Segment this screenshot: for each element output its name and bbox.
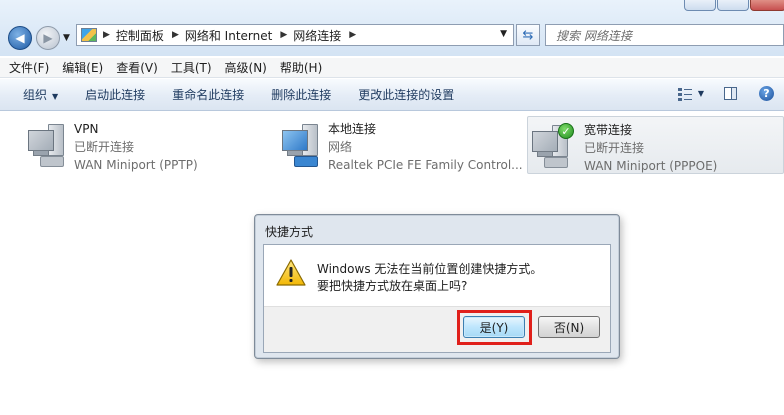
preview-pane-icon[interactable] <box>724 87 737 100</box>
connection-status: 已断开连接 <box>584 141 645 155</box>
connection-status: 已断开连接 <box>74 140 135 154</box>
dialog-message-line2: 要把快捷方式放在桌面上吗? <box>317 279 468 293</box>
change-view-icon[interactable] <box>677 87 692 101</box>
connection-broadband[interactable]: ✓ 宽带连接 已断开连接 WAN Miniport (PPPOE) <box>527 116 784 174</box>
connection-status: 网络 <box>328 140 353 154</box>
chevron-down-icon: ▼ <box>63 33 70 43</box>
menu-tools[interactable]: 工具(T) <box>171 59 212 76</box>
address-bar[interactable]: ▶ 控制面板 ▶ 网络和 Internet ▶ 网络连接 ▶ ▼ <box>76 24 514 46</box>
connection-device: WAN Miniport (PPPOE) <box>584 159 718 173</box>
arrow-right-icon: ▶ <box>43 31 53 45</box>
menu-help[interactable]: 帮助(H) <box>280 59 322 76</box>
dialog-body: Windows 无法在当前位置创建快捷方式。 要把快捷方式放在桌面上吗? 是(Y… <box>263 244 611 353</box>
connection-device: WAN Miniport (PPTP) <box>74 158 198 172</box>
breadcrumb-arrow-icon[interactable]: ▶ <box>349 30 356 40</box>
connection-device: Realtek PCIe FE Family Control... <box>328 158 523 172</box>
breadcrumb-arrow-icon[interactable]: ▶ <box>280 30 287 40</box>
menu-bar: 文件(F) 编辑(E) 查看(V) 工具(T) 高级(N) 帮助(H) <box>0 58 784 78</box>
search-box[interactable] <box>545 24 784 46</box>
dialog-title: 快捷方式 <box>265 225 314 239</box>
breadcrumb-network-internet[interactable]: 网络和 Internet <box>185 27 272 44</box>
menu-advanced[interactable]: 高级(N) <box>225 59 267 76</box>
recent-pages-dropdown[interactable]: ▼ <box>63 33 70 43</box>
command-bar: 组织 ▼ 启动此连接 重命名此连接 删除此连接 更改此连接的设置 ▼ ? <box>0 79 784 111</box>
connection-name: 宽带连接 <box>584 123 633 137</box>
change-settings-button[interactable]: 更改此连接的设置 <box>358 86 454 103</box>
help-icon[interactable]: ? <box>759 86 774 101</box>
menu-file[interactable]: 文件(F) <box>9 59 49 76</box>
view-controls: ▼ ? <box>677 86 774 101</box>
address-dropdown-icon[interactable]: ▼ <box>500 29 507 39</box>
window-controls <box>684 0 784 12</box>
arrow-left-icon: ◀ <box>15 31 25 45</box>
rename-connection-button[interactable]: 重命名此连接 <box>172 86 244 103</box>
vpn-computer-icon <box>26 122 70 167</box>
control-panel-icon <box>81 28 97 42</box>
refresh-button[interactable]: ⇆ <box>516 24 540 46</box>
connection-name: VPN <box>74 122 99 136</box>
address-toolbar: ◀ ▶ ▼ ▶ 控制面板 ▶ 网络和 Internet ▶ 网络连接 ▶ ▼ ⇆ <box>0 0 784 56</box>
check-icon: ✓ <box>558 123 574 139</box>
broadband-computer-icon: ✓ <box>530 123 574 168</box>
breadcrumb-arrow-icon[interactable]: ▶ <box>103 30 110 40</box>
organize-button[interactable]: 组织 ▼ <box>23 86 58 103</box>
organize-label: 组织 <box>23 88 48 102</box>
connection-local[interactable]: 本地连接 网络 Realtek PCIe FE Family Control..… <box>278 116 524 174</box>
dialog-footer: 是(Y) 否(N) <box>264 306 610 352</box>
close-button[interactable] <box>750 0 784 11</box>
view-options-dropdown-icon[interactable]: ▼ <box>698 89 704 98</box>
connection-name: 本地连接 <box>328 122 377 136</box>
chevron-down-icon: ▼ <box>52 92 59 101</box>
start-connection-button[interactable]: 启动此连接 <box>85 86 145 103</box>
warning-icon <box>276 259 306 287</box>
refresh-icon: ⇆ <box>522 27 534 43</box>
delete-connection-button[interactable]: 删除此连接 <box>271 86 331 103</box>
menu-edit[interactable]: 编辑(E) <box>62 59 103 76</box>
yes-button[interactable]: 是(Y) <box>463 316 525 338</box>
back-button[interactable]: ◀ <box>8 26 32 50</box>
forward-button[interactable]: ▶ <box>36 26 60 50</box>
breadcrumb-arrow-icon[interactable]: ▶ <box>172 30 179 40</box>
minimize-button[interactable] <box>684 0 716 11</box>
breadcrumb-network-connections[interactable]: 网络连接 <box>293 27 341 44</box>
shortcut-dialog: 快捷方式 Windows 无法在当前位置创建快捷方式。 要把快捷方式放在桌面上吗… <box>254 214 620 359</box>
connection-vpn[interactable]: VPN 已断开连接 WAN Miniport (PPTP) <box>24 116 254 174</box>
breadcrumb-control-panel[interactable]: 控制面板 <box>116 27 164 44</box>
menu-view[interactable]: 查看(V) <box>116 59 158 76</box>
ethernet-computer-icon <box>280 122 324 167</box>
dialog-message-line1: Windows 无法在当前位置创建快捷方式。 <box>317 262 543 276</box>
no-button[interactable]: 否(N) <box>538 316 600 338</box>
maximize-button[interactable] <box>717 0 749 11</box>
search-input[interactable] <box>554 26 758 46</box>
